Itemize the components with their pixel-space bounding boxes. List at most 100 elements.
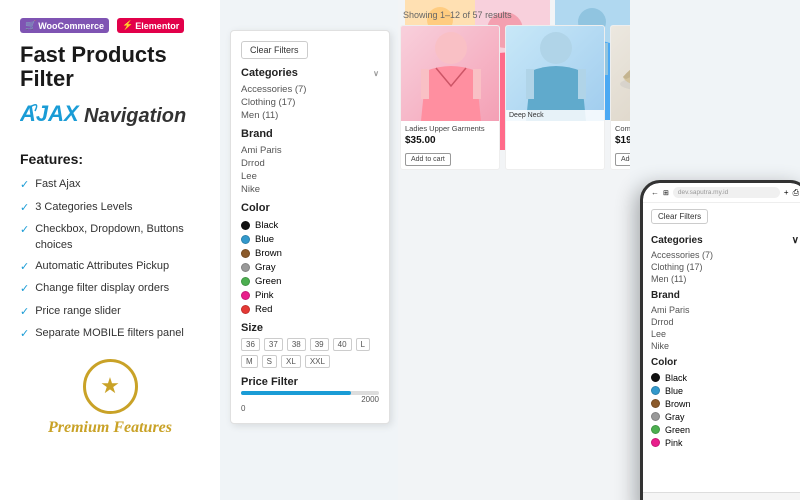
phone-brand-ami[interactable]: Ami Paris [651, 304, 799, 316]
feature-label-4: Automatic Attributes Pickup [35, 259, 169, 274]
phone-categories-title: Categories ∨ [651, 235, 799, 246]
product-price-3: $19.00 [615, 135, 630, 146]
size-badge-37[interactable]: 37 [264, 338, 283, 351]
size-badge-38[interactable]: 38 [287, 338, 306, 351]
feature-label-6: Price range slider [35, 304, 121, 319]
product-name-3: Comfortable Walk [615, 124, 630, 133]
color-item-red[interactable]: Red [241, 302, 379, 316]
price-filter-title: Price Filter [241, 376, 379, 388]
category-men[interactable]: Men (11) [241, 109, 379, 122]
star-icon: ★ [100, 373, 120, 399]
phone-color-item-brown[interactable]: Brown [651, 397, 799, 410]
nav-label: Navigation [84, 105, 186, 128]
color-item-green[interactable]: Green [241, 274, 379, 288]
product-grid: Ladies Upper Garments $35.00 Add to cart… [400, 25, 630, 170]
categories-chevron: ∨ [373, 69, 379, 78]
size-badge-xl[interactable]: XL [281, 355, 301, 368]
phone-color-dot-pink [651, 438, 660, 447]
clear-filters-button[interactable]: Clear Filters [241, 41, 308, 59]
left-panel: 🛒 WooCommerce ⚡ Elementor Fast Products … [0, 0, 220, 500]
add-to-cart-btn-1[interactable]: Add to cart [405, 153, 451, 166]
check-icon-6: ✓ [20, 305, 29, 320]
phone-screen: ← ⊞ dev.saputra.my.id + ⎙ Clear Filters … [643, 183, 800, 500]
product-card-3: Comfortable Walk $19.00 Add to [610, 25, 630, 170]
category-accessories[interactable]: Accessories (7) [241, 83, 379, 96]
feature-checkbox: ✓ Checkbox, Dropdown, Buttons choices [20, 222, 200, 253]
product-person-2 [506, 26, 605, 121]
phone-clear-filters-button[interactable]: Clear Filters [651, 209, 708, 224]
phone-url-bar: dev.saputra.my.id [673, 187, 780, 198]
brand-ami-paris[interactable]: Ami Paris [241, 144, 379, 157]
product-person-1 [401, 26, 500, 121]
color-dot-green [241, 277, 250, 286]
product-image-1 [401, 26, 499, 121]
brand-lee[interactable]: Lee [241, 170, 379, 183]
categories-title: Categories ∨ [241, 67, 379, 79]
phone-cat-accessories[interactable]: Accessories (7) [651, 249, 799, 261]
check-icon-4: ✓ [20, 260, 29, 275]
phone-cat-men[interactable]: Men (11) [651, 273, 799, 285]
add-to-cart-btn-3[interactable]: Add to [615, 153, 630, 166]
product-name-1: Ladies Upper Garments [405, 124, 495, 133]
feature-price-range: ✓ Price range slider [20, 304, 200, 320]
phone-color-item-pink[interactable]: Pink [651, 436, 799, 449]
size-badge-s[interactable]: S [262, 355, 277, 368]
feature-label-5: Change filter display orders [35, 281, 169, 296]
phone-topbar: ← ⊞ dev.saputra.my.id + ⎙ [643, 183, 800, 203]
phone-color-dot-brown [651, 399, 660, 408]
category-clothing[interactable]: Clothing (17) [241, 96, 379, 109]
size-filter-row: 36 37 38 39 40 L MS XL XXL [241, 338, 379, 368]
brand-nike[interactable]: Nike [241, 183, 379, 196]
phone-color-dot-blue [651, 386, 660, 395]
color-item-black[interactable]: Black [241, 218, 379, 232]
main-title: Fast Products Filter [20, 43, 200, 91]
phone-categories-chevron: ∨ [792, 235, 799, 246]
phone-brand-drrod[interactable]: Drrod [651, 316, 799, 328]
color-filter-list: BlackBlueBrownGrayGreenPinkRed [241, 218, 379, 316]
color-item-pink[interactable]: Pink [241, 288, 379, 302]
check-icon-1: ✓ [20, 178, 29, 193]
color-dot-red [241, 305, 250, 314]
color-item-blue[interactable]: Blue [241, 232, 379, 246]
woo-icon: 🛒 [25, 20, 36, 31]
products-bg: Showing 1–12 of 57 results Ladies Upper … [398, 0, 630, 500]
product-info-3: Comfortable Walk $19.00 Add to [611, 121, 630, 169]
color-dot-black [241, 221, 250, 230]
phone-bottom-bar: ☰ ⌂ ◁ ● ▷ [643, 492, 800, 500]
features-title: Features: [20, 151, 200, 167]
phone-brand-lee[interactable]: Lee [651, 328, 799, 340]
check-icon-2: ✓ [20, 201, 29, 216]
phone-color-item-green[interactable]: Green [651, 423, 799, 436]
phone-color-dot-green [651, 425, 660, 434]
phone-color-item-gray[interactable]: Gray [651, 410, 799, 423]
feature-label-1: Fast Ajax [35, 177, 80, 192]
premium-label: Premium Features [48, 419, 172, 437]
size-badge-36[interactable]: 36 [241, 338, 260, 351]
brand-drrod[interactable]: Drrod [241, 157, 379, 170]
color-item-gray[interactable]: Gray [241, 260, 379, 274]
size-badge-m[interactable]: M [241, 355, 258, 368]
color-title: Color [241, 202, 379, 214]
size-badge-39[interactable]: 39 [310, 338, 329, 351]
phone-color-item-black[interactable]: Black [651, 371, 799, 384]
phone-grid-icon: ⊞ [663, 189, 669, 197]
elementor-logo: ⚡ Elementor [117, 18, 184, 33]
premium-section: ★ Premium Features [20, 359, 200, 437]
phone-color-item-blue[interactable]: Blue [651, 384, 799, 397]
elementor-icon: ⚡ [122, 20, 133, 31]
phone-brand-nike[interactable]: Nike [651, 340, 799, 352]
logos-row: 🛒 WooCommerce ⚡ Elementor [20, 18, 200, 33]
feature-display-order: ✓ Change filter display orders [20, 281, 200, 297]
phone-cat-clothing[interactable]: Clothing (17) [651, 261, 799, 273]
color-item-brown[interactable]: Brown [241, 246, 379, 260]
desktop-filter-panel: Clear Filters Categories ∨ Accessories (… [230, 30, 390, 424]
color-dot-pink [241, 291, 250, 300]
svg-text:AJAX: AJAX [20, 101, 80, 126]
feature-label-7: Separate MOBILE filters panel [35, 326, 184, 341]
size-title: Size [241, 322, 379, 334]
price-min-value: 0 [241, 404, 379, 413]
size-badge-40[interactable]: 40 [333, 338, 352, 351]
size-badge-xxl[interactable]: XXL [305, 355, 330, 368]
size-badge-l[interactable]: L [356, 338, 370, 351]
color-dot-gray [241, 263, 250, 272]
